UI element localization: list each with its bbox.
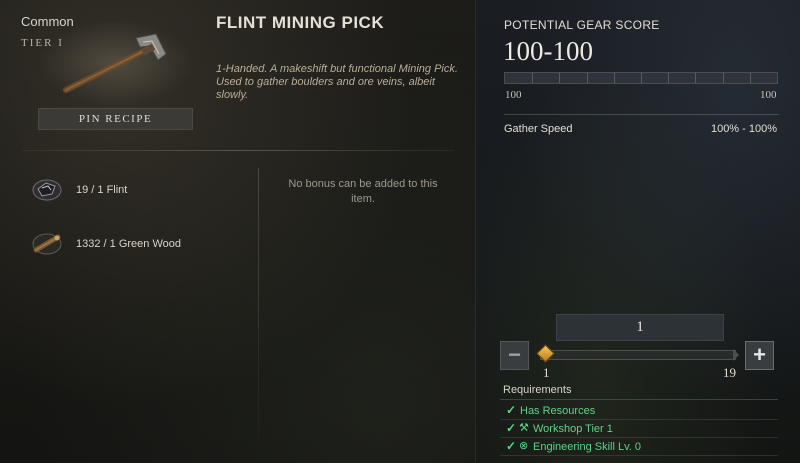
requirement-has-resources: ✓ Has Resources (500, 402, 778, 420)
quantity-field[interactable]: 1 (556, 314, 724, 341)
requirement-label: Has Resources (520, 405, 596, 417)
gear-score-tick (749, 73, 751, 83)
stats-divider (504, 114, 779, 115)
requirement-label: Workshop Tier 1 (533, 423, 613, 435)
item-title: FLINT MINING PICK (216, 13, 385, 32)
requirements-divider (500, 399, 778, 400)
stat-value: 100% - 100% (710, 123, 777, 135)
gear-score-tick (532, 73, 534, 83)
requirement-workshop: ✓ ⚒ Workshop Tier 1 (500, 420, 778, 438)
check-icon: ✓ (506, 421, 517, 435)
slider-max-label: 19 (723, 365, 736, 380)
ingredient-label: 19 / 1 Flint (76, 184, 128, 196)
gear-score-tick (559, 73, 561, 83)
no-bonus-note: No bonus can be added to this item. (288, 178, 438, 205)
section-divider (22, 150, 454, 151)
gear-score-tick (695, 73, 697, 83)
gear-score-tick (586, 73, 588, 83)
gear-score-title: POTENTIAL GEAR SCORE (504, 18, 660, 32)
check-icon: ✓ (506, 439, 517, 453)
gear-score-min: 100 (505, 89, 522, 101)
gear-score-tick (668, 73, 670, 83)
item-rarity: Common (21, 14, 74, 29)
pin-recipe-button[interactable]: PIN RECIPE (38, 108, 193, 130)
requirement-engineering: ✓ ⊗ Engineering Skill Lv. 0 (500, 438, 778, 456)
quantity-slider[interactable] (540, 350, 736, 360)
slider-track-end (733, 349, 739, 361)
gear-score-tick (722, 73, 724, 83)
ingredient-label: 1332 / 1 Green Wood (76, 238, 181, 250)
engineering-icon: ⊗ (519, 440, 529, 452)
requirement-label: Engineering Skill Lv. 0 (533, 441, 642, 453)
stat-name: Gather Speed (504, 123, 573, 135)
gear-score-tick (613, 73, 615, 83)
mining-pick-icon (38, 20, 193, 105)
item-tier: TIER I (21, 37, 64, 49)
ingredient-green-wood[interactable]: 1332 / 1 Green Wood (30, 229, 250, 259)
check-icon: ✓ (506, 403, 517, 417)
minus-icon[interactable]: − (500, 341, 529, 370)
workshop-icon: ⚒ (519, 422, 529, 434)
gear-score-tick (641, 73, 642, 83)
gear-score-max: 100 (760, 89, 777, 101)
item-description: 1-Handed. A makeshift but functional Min… (216, 63, 458, 101)
column-divider (258, 168, 259, 463)
requirements-title: Requirements (503, 384, 572, 396)
gear-score-value: 100-100 (503, 36, 593, 66)
slider-min-label: 1 (543, 365, 550, 380)
gear-score-bar (504, 72, 778, 84)
flint-icon (30, 175, 64, 205)
green-wood-icon (30, 229, 64, 259)
plus-icon[interactable]: + (745, 341, 774, 370)
ingredient-flint[interactable]: 19 / 1 Flint (30, 175, 250, 205)
